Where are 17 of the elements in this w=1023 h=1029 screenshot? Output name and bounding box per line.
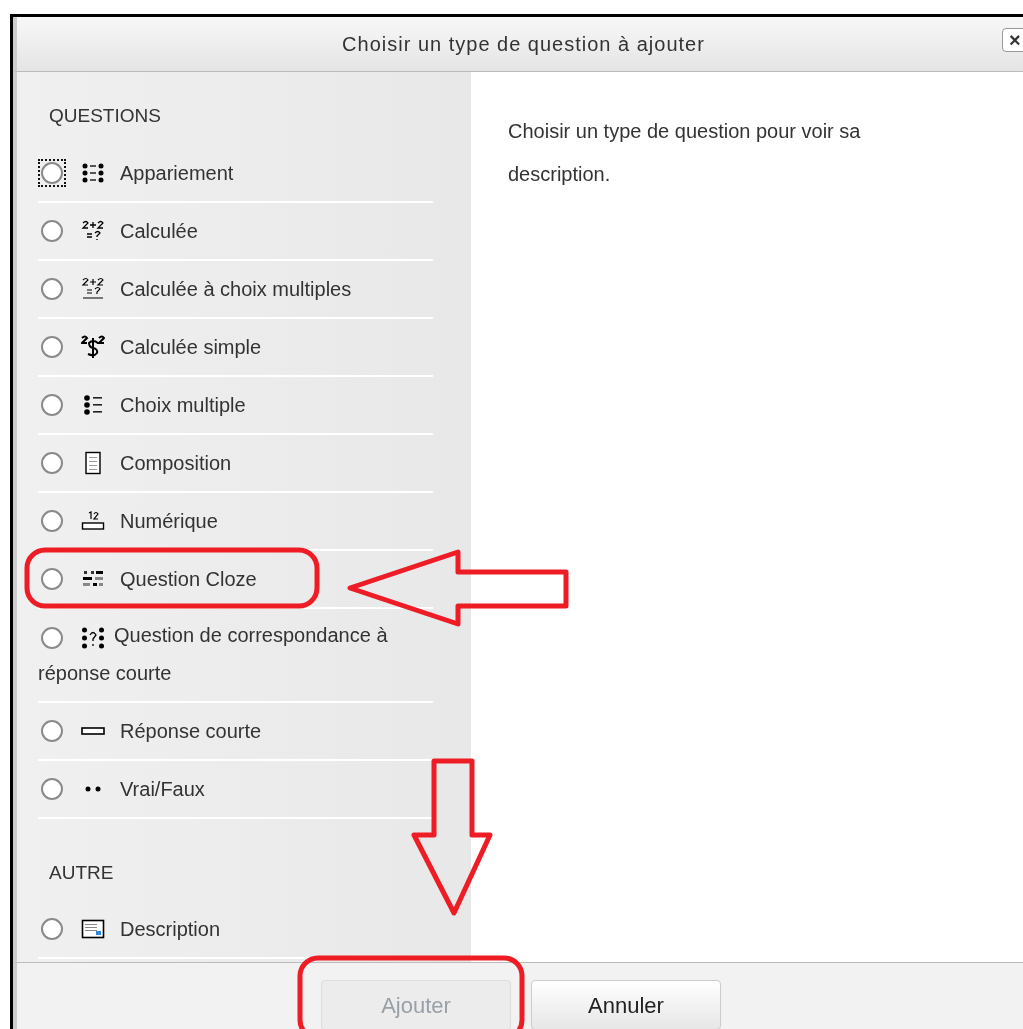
question-type-label[interactable]: Calculée simple (120, 331, 262, 362)
question-type-label[interactable]: Description (120, 914, 221, 944)
close-button[interactable]: × (1002, 28, 1023, 52)
question-type-label[interactable]: Choix multiple (120, 389, 246, 420)
question-type-label[interactable]: Calculée (120, 215, 198, 246)
question-type-label[interactable]: Appariement (120, 157, 234, 188)
dialog-button[interactable]: Annuler (531, 980, 721, 1029)
question-type-label[interactable]: Question de correspondance à réponse courte (38, 615, 433, 692)
question-type-label[interactable]: Numérique (120, 505, 218, 536)
question-type-label[interactable]: Réponse courte (120, 715, 262, 746)
section-heading: QUESTIONS (48, 104, 162, 128)
question-type-label[interactable]: Composition (120, 447, 232, 478)
question-type-label[interactable]: Calculée à choix multiples (120, 273, 352, 304)
dialog-title: Choisir un type de question à ajouter (342, 32, 705, 57)
question-type-label[interactable]: Vrai/Faux (120, 773, 205, 804)
description-text: Choisir un type de question pour voir sa description. (508, 119, 862, 187)
section-heading: AUTRE (48, 860, 115, 885)
